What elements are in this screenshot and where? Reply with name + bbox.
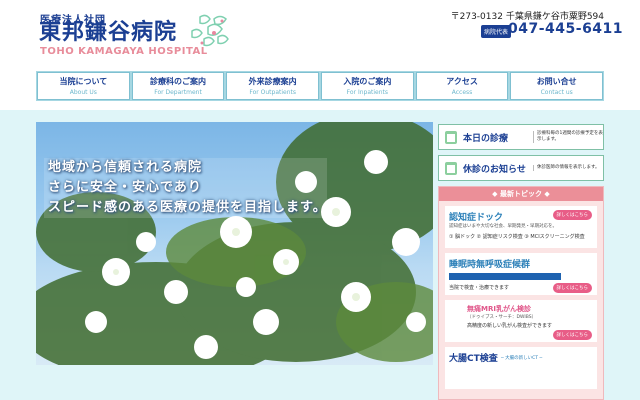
topic-sub-bar: Sleep Apnea Syndrome | SAS bbox=[449, 273, 561, 290]
topic-colon-ct[interactable]: 大腸CT検査 ─ 大腸の新しいCT ─ bbox=[445, 347, 597, 389]
logo-english-name: TOHO KAMAGAYA HOSPITAL bbox=[40, 46, 208, 57]
topics-heading: ◆ 最新トピック ◆ bbox=[439, 187, 603, 201]
today-title: 本日の診療 bbox=[463, 133, 509, 144]
topic-sleep-apnea[interactable]: 睡眠時無呼吸症候群 Sleep Apnea Syndrome | SAS 当院で… bbox=[445, 253, 597, 295]
topic-line: 高精度の新しい乳がん検査ができます bbox=[467, 323, 553, 329]
topic-sub: 認知症はいまや大切な社会、早期発見・早期対応を。 bbox=[449, 224, 557, 229]
nav-label: お問い合せ bbox=[536, 77, 577, 86]
nav-label: 診療科のご案内 bbox=[150, 77, 206, 86]
nav-label: 外来診療案内 bbox=[248, 77, 297, 86]
details-button[interactable]: 詳しくはこちら bbox=[552, 283, 592, 293]
hero-message: 地域から信頼される病院 さらに安全・安心であり スピード感のある医療の提供を目指… bbox=[44, 158, 327, 218]
topic-line: ① 脳ドック ② 認知症リスク検査 ③ MCIスクリーニング検査 bbox=[449, 234, 585, 240]
notice-icon bbox=[445, 162, 457, 175]
nav-sublabel: Access bbox=[451, 89, 473, 96]
main-nav: 当院について About Us 診療科のご案内 For Department 外… bbox=[36, 71, 604, 101]
dogwood-logo-icon bbox=[191, 14, 229, 47]
topic-title: 大腸CT検査 bbox=[449, 354, 498, 364]
nav-about[interactable]: 当院について About Us bbox=[37, 72, 130, 100]
nav-sublabel: About Us bbox=[69, 89, 97, 96]
site-header: 医療法人社団 東邦鎌谷病院 TOHO KAMAGAYA HOSPITAL 〒27… bbox=[0, 0, 640, 70]
details-button[interactable]: 詳しくはこちら bbox=[552, 330, 592, 340]
hero-image: 地域から信頼される病院 さらに安全・安心であり スピード感のある医療の提供を目指… bbox=[36, 122, 433, 365]
nav-outpatients[interactable]: 外来診療案内 For Outpatients bbox=[226, 72, 320, 100]
nav-sublabel: For Inpatients bbox=[346, 89, 389, 96]
details-button[interactable]: 詳しくはこちら bbox=[552, 210, 592, 220]
hero-line-3: スピード感のある医療の提供を目指します。 bbox=[48, 200, 327, 215]
today-schedule-box[interactable]: 本日の診療 診療科毎の1週間の診療予定を表示します。 bbox=[438, 124, 604, 150]
topic-title: 無痛MRI乳がん検診 bbox=[467, 305, 531, 313]
topic-title: 睡眠時無呼吸症候群 bbox=[449, 260, 531, 270]
hero-line-1: 地域から信頼される病院 bbox=[48, 160, 203, 175]
nav-contact[interactable]: お問い合せ Contact us bbox=[510, 72, 604, 100]
nav-sublabel: For Outpatients bbox=[249, 89, 296, 96]
latest-topics-panel: ◆ 最新トピック ◆ 認知症ドック 詳しくはこちら 認知症はいまや大切な社会、早… bbox=[438, 186, 604, 400]
closed-desc: 休診医師の情報を表示します。 bbox=[533, 165, 603, 171]
tel-badge: 病院代表 bbox=[481, 25, 512, 38]
topic-title: 認知症ドック bbox=[449, 213, 504, 223]
topic-sub: （ドゥイブス・サーチ：DWIBS） bbox=[467, 315, 537, 320]
logo-hospital-name[interactable]: 東邦鎌谷病院 bbox=[39, 20, 177, 46]
nav-label: 入院のご案内 bbox=[343, 77, 392, 86]
nav-label: 当院について bbox=[59, 77, 108, 86]
topic-line: 当院で検査・治療できます bbox=[449, 285, 510, 291]
topic-dementia-dock[interactable]: 認知症ドック 詳しくはこちら 認知症はいまや大切な社会、早期発見・早期対応を。 … bbox=[445, 206, 597, 248]
nav-sublabel: For Department bbox=[154, 89, 202, 96]
nav-sublabel: Contact us bbox=[540, 89, 573, 96]
closed-title: 休診のお知らせ bbox=[463, 164, 526, 175]
phone-number[interactable]: 047-445-6411 bbox=[508, 21, 623, 37]
nav-department[interactable]: 診療科のご案内 For Department bbox=[131, 72, 225, 100]
nav-label: アクセス bbox=[446, 77, 478, 86]
today-desc: 診療科毎の1週間の診療予定を表示します。 bbox=[533, 131, 603, 143]
clipboard-icon bbox=[445, 131, 457, 144]
nav-access[interactable]: アクセス Access bbox=[415, 72, 509, 100]
topic-sub: ─ 大腸の新しいCT ─ bbox=[501, 356, 543, 361]
topic-mri-breast[interactable]: 無痛MRI乳がん検診 （ドゥイブス・サーチ：DWIBS） 高精度の新しい乳がん検… bbox=[445, 300, 597, 342]
hero-line-2: さらに安全・安心であり bbox=[48, 180, 202, 195]
nav-inpatients[interactable]: 入院のご案内 For Inpatients bbox=[321, 72, 414, 100]
closed-notice-box[interactable]: 休診のお知らせ 休診医師の情報を表示します。 bbox=[438, 155, 604, 181]
